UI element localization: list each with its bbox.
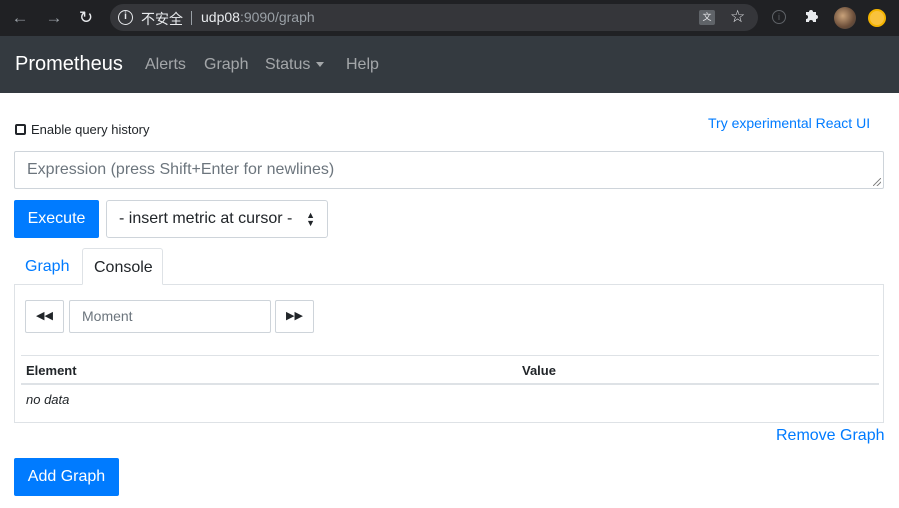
extension-info-icon[interactable]: i <box>772 10 786 24</box>
execute-button[interactable]: Execute <box>14 200 99 238</box>
select-arrows-icon: ▲ ▼ <box>306 210 315 228</box>
column-value: Value <box>522 363 556 378</box>
nav-status-dropdown[interactable]: Status <box>265 56 325 74</box>
console-panel: ◀◀ Moment ▶▶ Element Value no data <box>14 284 884 423</box>
back-icon[interactable]: ← <box>9 7 31 29</box>
forward-icon[interactable]: → <box>43 7 65 29</box>
no-data-text: no data <box>26 392 70 407</box>
nav-status-label: Status <box>265 56 311 73</box>
time-forward-button[interactable]: ▶▶ <box>275 300 314 333</box>
remove-graph-link[interactable]: Remove Graph <box>776 427 885 445</box>
console-table: Element Value no data <box>21 355 879 413</box>
url-host: udp08 <box>201 9 240 25</box>
extension-puzzle-icon[interactable] <box>803 7 819 23</box>
query-history-toggle[interactable]: Enable query history <box>15 122 150 137</box>
star-icon[interactable]: ☆ <box>730 7 745 27</box>
tab-console[interactable]: Console <box>82 248 163 285</box>
query-history-label: Enable query history <box>31 122 150 137</box>
info-icon[interactable]: i <box>118 10 133 25</box>
metric-select[interactable]: - insert metric at cursor - ▲ ▼ <box>106 200 328 238</box>
metric-select-value: - insert metric at cursor - <box>119 210 293 227</box>
url-path: :9090/graph <box>239 9 315 25</box>
expression-input[interactable]: Expression (press Shift+Enter for newlin… <box>14 151 884 189</box>
resize-handle-icon[interactable] <box>873 178 881 186</box>
add-graph-button[interactable]: Add Graph <box>14 458 119 496</box>
profile-icon[interactable] <box>868 9 886 27</box>
react-ui-link[interactable]: Try experimental React UI <box>708 115 870 131</box>
translate-icon[interactable]: 文 <box>699 10 715 25</box>
address-bar[interactable]: i 不安全 udp08:9090/graph 文 ☆ <box>110 4 758 31</box>
nav-graph[interactable]: Graph <box>204 56 248 74</box>
url-text[interactable]: udp08:9090/graph <box>201 9 315 25</box>
backward-icon: ◀◀ <box>36 310 53 322</box>
navbar: Prometheus Alerts Graph Status Help <box>0 36 899 93</box>
nav-alerts[interactable]: Alerts <box>145 56 186 74</box>
brand-logo[interactable]: Prometheus <box>15 53 123 76</box>
caret-down-icon <box>316 62 325 68</box>
table-header: Element Value <box>21 355 879 385</box>
avatar[interactable] <box>834 7 856 29</box>
url-separator <box>191 11 192 25</box>
insecure-label: 不安全 <box>141 11 183 27</box>
moment-input[interactable]: Moment <box>69 300 271 333</box>
tab-graph[interactable]: Graph <box>14 248 80 285</box>
nav-help[interactable]: Help <box>346 56 379 74</box>
query-history-checkbox[interactable] <box>15 124 26 135</box>
table-row: no data <box>21 385 879 413</box>
column-element: Element <box>26 363 77 378</box>
expression-placeholder: Expression (press Shift+Enter for newlin… <box>27 161 335 178</box>
moment-placeholder: Moment <box>82 308 133 324</box>
reload-icon[interactable]: ↻ <box>75 7 97 29</box>
time-back-button[interactable]: ◀◀ <box>25 300 64 333</box>
browser-toolbar: ← → ↻ i 不安全 udp08:9090/graph 文 ☆ i <box>0 0 899 36</box>
forward-fast-icon: ▶▶ <box>286 310 303 322</box>
